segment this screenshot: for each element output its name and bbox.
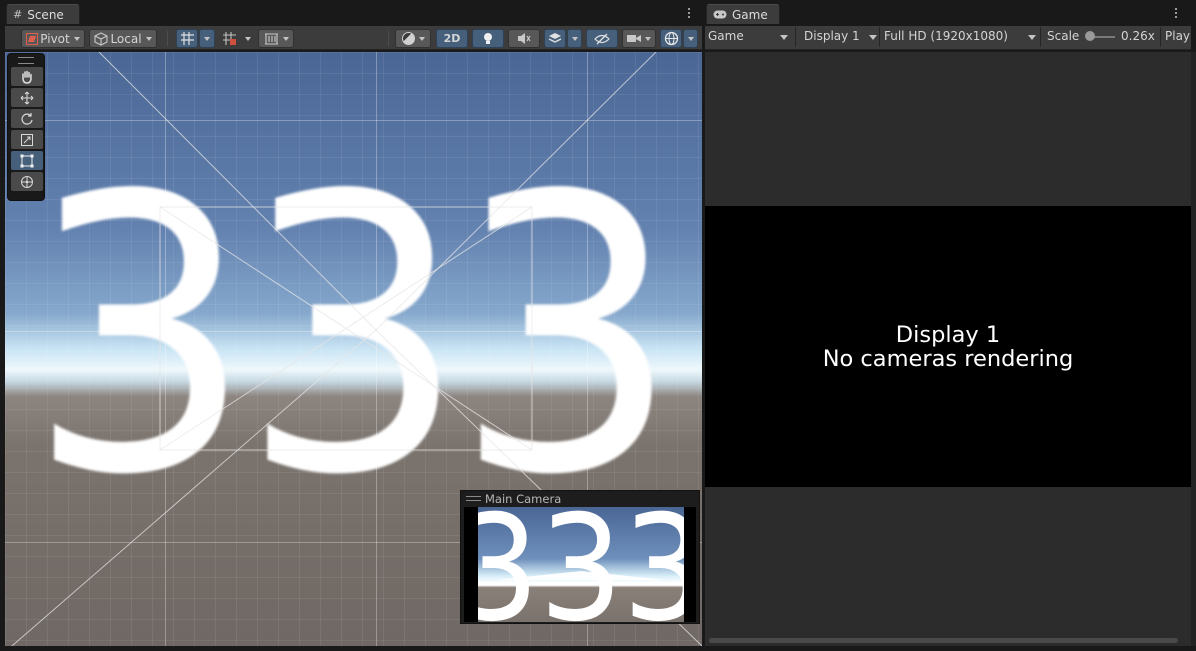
pivot-label: Pivot: [40, 31, 70, 46]
chevron-down-icon: [869, 35, 877, 40]
scale-icon: [21, 133, 33, 146]
cube-icon: [94, 31, 108, 46]
increment-snap-dropdown[interactable]: [241, 29, 255, 48]
pivot-icon: [26, 32, 39, 45]
scale-tool[interactable]: [11, 130, 43, 149]
increment-snap-button[interactable]: [218, 29, 240, 48]
local-label: Local: [110, 31, 142, 46]
snap-settings-button[interactable]: [258, 29, 294, 48]
light-bulb-icon: [484, 32, 492, 44]
camera-preview-view: 333: [464, 507, 696, 622]
pivot-button[interactable]: Pivot: [21, 29, 85, 48]
scale-slider-thumb[interactable]: [1085, 31, 1095, 41]
palette-grip[interactable]: [18, 57, 34, 64]
chevron-down-icon: [282, 36, 289, 41]
grid-options-dropdown[interactable]: [199, 29, 215, 48]
display-dropdown[interactable]: Display 1: [804, 29, 860, 43]
right-edge-strip: [1191, 52, 1196, 646]
grid-icon: #: [13, 8, 23, 21]
grid-snap-icon: [180, 32, 194, 45]
scene-visibility-button[interactable]: [586, 29, 618, 48]
camera-preview-image: 333: [478, 507, 684, 622]
tab-scene[interactable]: # Scene: [6, 4, 80, 24]
chevron-down-icon: [780, 35, 788, 40]
tool-palette: [7, 53, 45, 201]
drag-handle-icon[interactable]: [466, 496, 481, 501]
toggle-2d-button[interactable]: 2D: [436, 29, 468, 48]
scale-label: Scale: [1047, 29, 1080, 43]
chevron-down-icon: [687, 36, 694, 41]
toolbar-separator: [167, 31, 168, 46]
game-view-mode-dropdown[interactable]: Game: [708, 29, 744, 43]
rotate-tool[interactable]: [11, 109, 43, 128]
camera-preview-number-text: 333: [478, 507, 684, 622]
game-message-no-cameras: No cameras rendering: [822, 345, 1074, 372]
chevron-down-icon: [245, 36, 251, 41]
camera-preview-header[interactable]: Main Camera: [461, 491, 699, 506]
gizmos-dropdown[interactable]: [683, 29, 698, 48]
transform-tool[interactable]: [11, 172, 43, 191]
gamepad-icon: [713, 10, 727, 19]
effects-dropdown[interactable]: [567, 29, 582, 48]
move-tool[interactable]: [11, 88, 43, 107]
hand-icon: [22, 70, 32, 84]
gizmo-globe-icon: [664, 31, 678, 46]
snap-increment-icon: [222, 32, 236, 45]
chevron-down-icon: [204, 36, 210, 41]
eye-crossed-icon: [594, 33, 610, 44]
scene-camera-button[interactable]: [622, 29, 656, 48]
layers-icon: [548, 33, 562, 43]
toolbar-separator: [388, 31, 389, 46]
rect-tool[interactable]: [11, 151, 43, 170]
ruler-icon: [264, 33, 278, 45]
audio-muted-icon: [518, 33, 531, 44]
rotate-icon: [21, 112, 33, 125]
chevron-down-icon: [145, 36, 152, 41]
draw-mode-button[interactable]: [395, 29, 431, 48]
scene-kebab-menu-icon[interactable]: [683, 6, 695, 20]
game-kebab-menu-icon[interactable]: [1170, 6, 1182, 20]
transform-icon: [21, 175, 33, 188]
toggle-lighting-button[interactable]: [472, 29, 504, 48]
camera-preview-svg: 333: [478, 507, 684, 622]
play-focused-dropdown[interactable]: Play: [1165, 29, 1190, 43]
toolbar-separator: [879, 27, 880, 47]
scene-tabbar: [0, 0, 703, 22]
chevron-down-icon: [571, 36, 578, 41]
chevron-down-icon: [73, 36, 80, 41]
shading-sphere-icon: [401, 32, 415, 45]
chevron-down-icon: [1028, 35, 1036, 40]
move-arrows-icon: [20, 91, 34, 104]
tab-scene-label: Scene: [27, 7, 64, 22]
hand-tool[interactable]: [11, 67, 43, 86]
chevron-down-icon: [418, 36, 425, 41]
camera-preview-overlay[interactable]: Main Camera 333: [460, 490, 700, 624]
toggle-effects-button[interactable]: [544, 29, 566, 48]
chevron-down-icon: [645, 36, 651, 41]
toolbar-separator: [1040, 27, 1041, 47]
gizmos-button[interactable]: [660, 29, 682, 48]
local-button[interactable]: Local: [89, 29, 157, 48]
video-camera-icon: [627, 35, 641, 42]
game-horizontal-scrollbar[interactable]: [709, 638, 1178, 643]
game-message-display: Display 1: [895, 321, 1001, 348]
tab-game-label: Game: [732, 7, 768, 22]
resolution-dropdown[interactable]: Full HD (1920x1080): [884, 29, 1008, 43]
game-display-area: Display 1 No cameras rendering: [705, 206, 1191, 487]
toolbar-separator: [1160, 27, 1161, 47]
toggle-audio-button[interactable]: [508, 29, 540, 48]
scale-value: 0.26x: [1121, 29, 1155, 43]
toggle-2d-label: 2D: [443, 32, 461, 45]
grid-visibility-button[interactable]: [176, 29, 198, 48]
camera-preview-title: Main Camera: [485, 491, 562, 506]
toolbar-separator: [795, 27, 796, 47]
rect-transform-icon: [20, 154, 34, 167]
tab-game[interactable]: Game: [706, 4, 780, 24]
